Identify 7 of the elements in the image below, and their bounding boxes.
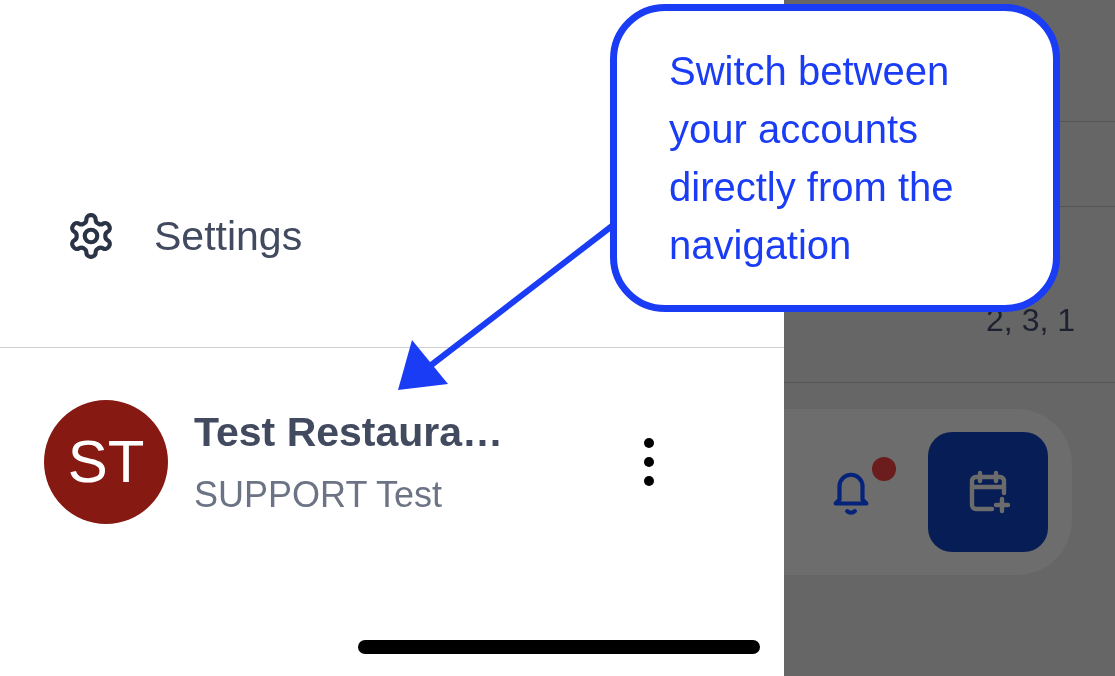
- callout-text: Switch between your accounts directly from the navigation: [669, 48, 955, 269]
- account-subtitle: SUPPORT Test: [194, 473, 444, 518]
- settings-item[interactable]: Settings: [0, 205, 303, 267]
- schedule-button[interactable]: [928, 432, 1048, 552]
- kebab-icon: [643, 437, 655, 487]
- avatar: ST: [44, 400, 168, 524]
- account-name: Test Restaura…: [194, 407, 505, 457]
